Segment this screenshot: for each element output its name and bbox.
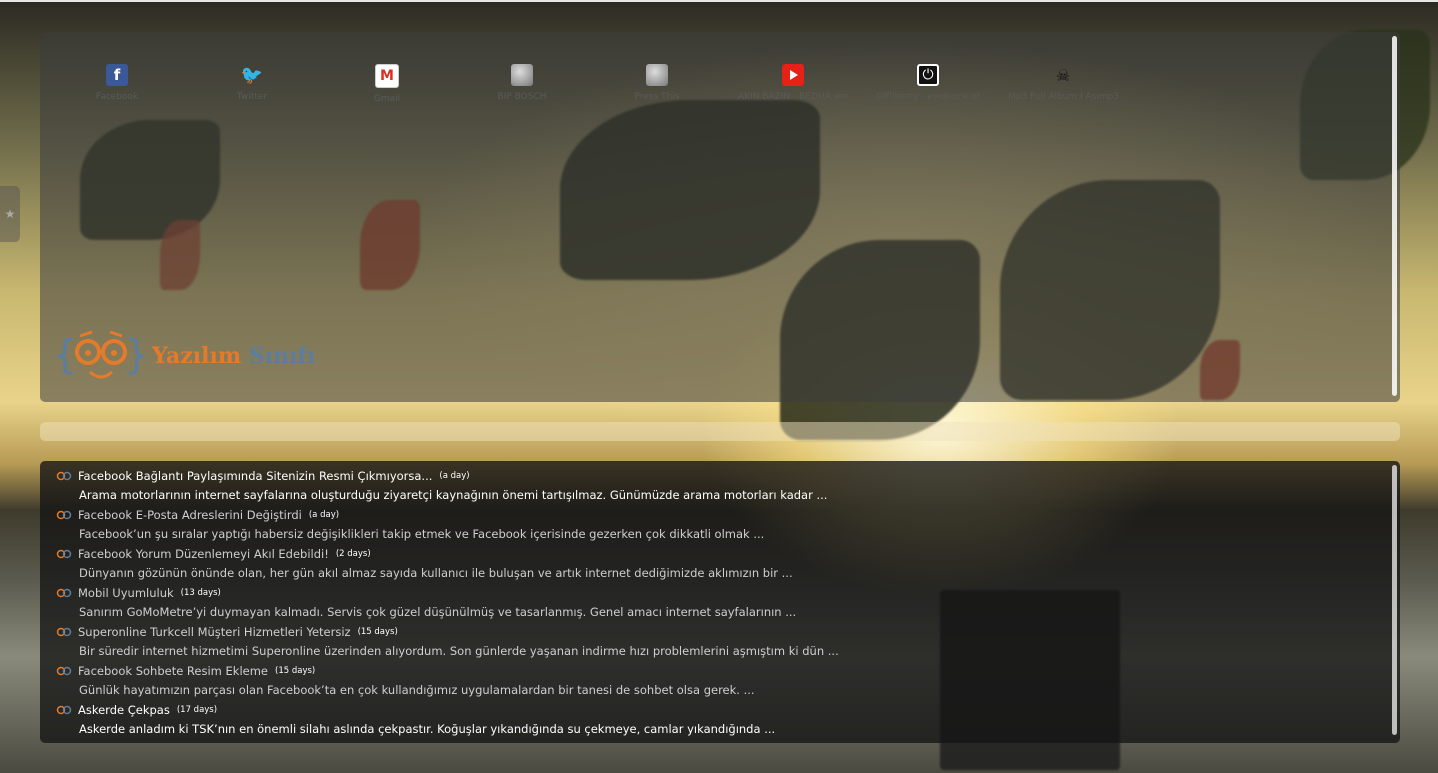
feed-item[interactable]: Facebook Yorum Düzenlemeyi Akıl Edebildi…: [56, 545, 793, 580]
feed-item-title[interactable]: Superonline Turkcell Müşteri Hizmetleri …: [78, 625, 351, 639]
rss-feed-panel: Facebook Bağlantı Paylaşımında Sitenizin…: [40, 461, 1400, 743]
site-logo[interactable]: { } Yazılım Sınıfı: [52, 322, 315, 390]
feed-item-age: (a day): [308, 510, 340, 520]
quick-link-bip-bosch[interactable]: BIP BOSCH: [467, 64, 577, 102]
feed-item-age: (a day): [439, 471, 470, 481]
globe-icon: [511, 64, 533, 86]
top-strip: [0, 0, 1438, 2]
quick-link-twitter[interactable]: 🐦 Twitter: [197, 64, 307, 103]
globe-icon: [646, 64, 668, 86]
panel-scrollbar[interactable]: [1392, 36, 1397, 396]
quick-link-label: AKIN BAZIN - BEDUA.wmv: [738, 92, 848, 102]
feed-item[interactable]: Superonline Turkcell Müşteri Hizmetleri …: [56, 623, 839, 658]
quick-link-label: BIP BOSCH: [497, 92, 547, 102]
feed-item-age: (13 days): [180, 588, 221, 598]
feed-item[interactable]: Facebook Sohbete Resim Ekleme (15 days) …: [56, 662, 755, 697]
glasses-face-icon: { }: [52, 330, 148, 379]
feed-item-excerpt: Askerde anladım ki TSK’nın en önemli sil…: [79, 722, 776, 736]
feed-glasses-icon: [56, 549, 72, 559]
quick-link-label: Mp3 Full Album I Asimp3 -: [1008, 92, 1118, 102]
feed-item-excerpt: Günlük hayatımızın parçası olan Facebook…: [79, 683, 755, 697]
feed-item-excerpt: Arama motorlarının internet sayfalarına …: [79, 488, 828, 502]
feed-item[interactable]: Facebook Bağlantı Paylaşımında Sitenizin…: [56, 467, 827, 502]
feed-glasses-icon: [56, 471, 72, 481]
feed-scrollbar[interactable]: [1392, 465, 1397, 735]
quick-link-mp3[interactable]: ☠ Mp3 Full Album I Asimp3 -: [1008, 64, 1118, 103]
mp3-icon: ☠: [1055, 65, 1071, 85]
search-bar[interactable]: [40, 422, 1400, 441]
feed-item-excerpt: Sanırım GoMoMetre’yi duymayan kalmadı. S…: [79, 605, 797, 619]
feed-item-age: (2 days): [335, 549, 371, 559]
logo-word-2: Sınıfı: [248, 343, 316, 369]
feed-item-title[interactable]: Facebook Bağlantı Paylaşımında Sitenizin…: [78, 469, 432, 483]
quick-link-offliberty[interactable]: ⏻ Offliberty - evidence of: [873, 64, 983, 102]
facebook-icon: f: [106, 64, 128, 86]
quick-link-youtube[interactable]: AKIN BAZIN - BEDUA.wmv: [738, 64, 848, 102]
feed-item-excerpt: Bir süredir internet hizmetimi Superonli…: [79, 644, 839, 658]
logo-word-1: Yazılım: [152, 343, 242, 369]
feed-glasses-icon: [56, 588, 72, 598]
quick-link-press-this[interactable]: Press This: [602, 64, 712, 102]
quick-link-label: Press This: [634, 92, 680, 102]
feed-item[interactable]: Askerde Çekpas (17 days) Askerde anladım…: [56, 701, 775, 736]
feed-item-title[interactable]: Facebook Sohbete Resim Ekleme: [78, 664, 268, 678]
svg-text:}: }: [124, 332, 148, 378]
feed-item-excerpt: Facebook’un şu sıralar yaptığı habersiz …: [79, 527, 765, 541]
feed-item[interactable]: Mobil Uyumluluk (13 days) Sanırım GoMoMe…: [56, 584, 796, 619]
feed-item-age: (17 days): [176, 705, 218, 715]
power-icon: ⏻: [917, 64, 939, 86]
feed-glasses-icon: [56, 510, 72, 520]
bookmark-star-tab[interactable]: ★: [0, 186, 20, 242]
quick-link-label: Twitter: [236, 92, 268, 102]
quick-link-label: Facebook: [95, 92, 139, 102]
svg-text:{: {: [52, 332, 77, 378]
logo-text: Yazılım Sınıfı: [152, 343, 315, 369]
feed-item[interactable]: Facebook E-Posta Adreslerini Değiştirdi …: [56, 506, 764, 541]
quick-link-gmail[interactable]: M Gmail: [332, 64, 442, 104]
feed-glasses-icon: [56, 666, 72, 676]
feed-item-age: (15 days): [357, 627, 398, 637]
twitter-icon: 🐦: [240, 64, 264, 86]
feed-item-title[interactable]: Facebook Yorum Düzenlemeyi Akıl Edebildi…: [78, 547, 329, 561]
gmail-icon: M: [375, 64, 399, 88]
feed-item-age: (15 days): [275, 666, 316, 676]
quick-link-label: Offliberty - evidence of: [876, 92, 980, 102]
feed-glasses-icon: [56, 627, 72, 637]
feed-item-title[interactable]: Facebook E-Posta Adreslerini Değiştirdi: [78, 508, 302, 522]
quick-link-label: Gmail: [373, 94, 401, 104]
youtube-icon: [782, 64, 804, 86]
feed-item-excerpt: Dünyanın gözünün önünde olan, her gün ak…: [79, 566, 793, 580]
feed-item-title[interactable]: Mobil Uyumluluk: [78, 586, 174, 600]
feed-glasses-icon: [56, 705, 72, 715]
quick-link-facebook[interactable]: f Facebook: [62, 64, 172, 102]
star-icon: ★: [4, 207, 16, 221]
feed-item-title[interactable]: Askerde Çekpas: [78, 703, 170, 717]
